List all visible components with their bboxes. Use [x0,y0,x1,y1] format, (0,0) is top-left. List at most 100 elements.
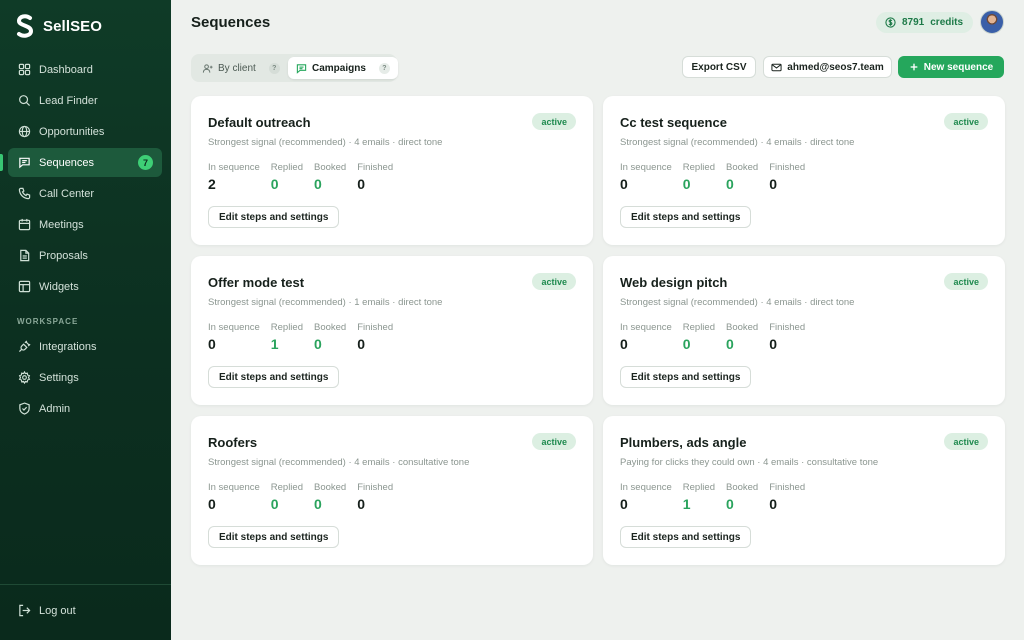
stat-booked: Booked 0 [726,482,758,512]
workspace-nav: Integrations Settings Admin [8,332,162,425]
export-csv-button[interactable]: Export CSV [682,56,756,78]
edit-steps-button[interactable]: Edit steps and settings [620,366,752,388]
tab-by-client[interactable]: By client ? [194,57,288,79]
stat-value: 0 [270,176,279,192]
stat-finished: Finished 0 [357,482,393,512]
sidebar-item-label: Integrations [39,340,97,353]
sidebar-item-meetings[interactable]: Meetings [8,210,162,239]
edit-steps-button[interactable]: Edit steps and settings [208,206,340,228]
stat-replied: Replied 0 [271,162,303,192]
sidebar-item-settings[interactable]: Settings [8,363,162,392]
stat-finished: Finished 0 [769,162,805,192]
sidebar-item-integrations[interactable]: Integrations [8,332,162,361]
stat-label: Booked [313,482,347,493]
stat-label: In sequence [208,322,260,333]
gear-icon [18,371,31,384]
sidebar: SellSEO Dashboard Lead Finder Opportunit… [0,0,171,640]
stat-label: Replied [682,482,715,493]
phone-icon [18,187,31,200]
sequence-card[interactable]: Cc test sequence active Strongest signal… [603,96,1005,245]
sequence-title: Default outreach [208,115,311,130]
sidebar-item-opportunities[interactable]: Opportunities [8,117,162,146]
layout-icon [18,280,31,293]
edit-steps-button[interactable]: Edit steps and settings [208,366,340,388]
help-icon[interactable]: ? [268,62,280,74]
brand-name: SellSEO [43,17,103,35]
brand[interactable]: SellSEO [16,14,102,38]
sequence-subtitle: Strongest signal (recommended) · 4 email… [620,297,855,308]
sidebar-item-proposals[interactable]: Proposals [8,241,162,270]
stat-booked: Booked 0 [314,162,346,192]
mail-icon [771,63,782,71]
stat-value: 0 [208,336,216,352]
globe-icon [18,125,31,138]
sequence-card[interactable]: Web design pitch active Strongest signal… [603,256,1005,405]
edit-steps-button[interactable]: Edit steps and settings [208,526,340,548]
stat-value: 0 [313,496,322,512]
stat-label: Booked [313,322,347,333]
stat-in-sequence: In sequence 2 [208,162,260,192]
stat-label: Booked [313,162,347,173]
sequence-subtitle: Strongest signal (recommended) · 4 email… [620,137,855,148]
sequence-card[interactable]: Plumbers, ads angle active Paying for cl… [603,416,1005,565]
calendar-icon [18,218,31,231]
search-icon [19,95,31,107]
sidebar-item-lead-finder[interactable]: Lead Finder [8,86,162,115]
sequence-title: Web design pitch [620,275,728,290]
stat-value: 1 [270,336,279,352]
status-badge: active [944,273,988,290]
stat-value: 0 [620,336,628,352]
sidebar-item-dashboard[interactable]: Dashboard [8,55,162,84]
sequence-stats: In sequence 0 Replied 0 Booked 0 Finished 0 [620,162,816,192]
workspace-section-label: WORKSPACE [17,317,79,326]
sidebar-item-widgets[interactable]: Widgets [8,272,162,301]
stat-value: 0 [313,176,322,192]
sidebar-item-label: Widgets [39,280,79,293]
stat-label: Finished [357,482,394,493]
edit-steps-button[interactable]: Edit steps and settings [620,206,752,228]
stat-label: Finished [769,482,806,493]
sidebar-item-sequences[interactable]: Sequences 7 [0,148,162,177]
sequence-stats: In sequence 2 Replied 0 Booked 0 Finished 0 [208,162,404,192]
file-text-icon [20,249,30,262]
tab-campaigns[interactable]: Campaigns ? [288,57,398,79]
new-sequence-button[interactable]: New sequence [898,56,1004,78]
credits-badge[interactable]: 8791 credits [876,12,974,33]
message-square-icon [296,63,307,74]
stat-booked: Booked 0 [726,322,758,352]
sequence-card[interactable]: Default outreach active Strongest signal… [191,96,593,245]
user-plus-icon [202,63,213,73]
stat-value: 0 [682,336,691,352]
stat-finished: Finished 0 [769,322,805,352]
stat-label: Finished [769,322,806,333]
sequence-card[interactable]: Roofers active Strongest signal (recomme… [191,416,593,565]
sidebar-item-label: Sequences [39,156,95,169]
stat-replied: Replied 0 [683,162,715,192]
sellseo-logo-icon [16,14,34,38]
sidebar-item-call-center[interactable]: Call Center [8,179,162,208]
stat-label: In sequence [620,162,672,173]
tab-label: Campaigns [312,62,366,74]
sender-email-button[interactable]: ahmed@seos7.team [763,56,892,78]
stat-in-sequence: In sequence 0 [208,322,260,352]
coin-icon [885,17,896,28]
stat-value: 0 [313,336,322,352]
sidebar-item-admin[interactable]: Admin [8,394,162,423]
logout-icon [19,604,31,617]
edit-steps-button[interactable]: Edit steps and settings [620,526,752,548]
logout-button[interactable]: Log out [8,596,162,625]
sidebar-item-label: Proposals [39,249,88,262]
sequence-card[interactable]: Offer mode test active Strongest signal … [191,256,593,405]
user-avatar[interactable] [980,10,1004,34]
help-icon[interactable]: ? [378,62,390,74]
sidebar-item-label: Dashboard [39,63,93,76]
stat-label: Replied [270,162,303,173]
sidebar-nav: Dashboard Lead Finder Opportunities Sequ… [0,55,162,303]
stat-label: Replied [682,162,715,173]
stat-value: 0 [769,336,778,352]
tab-label: By client [218,62,256,74]
credits-label: credits [930,17,964,28]
credits-value: 8791 [902,17,925,28]
stat-value: 0 [769,176,778,192]
sequences-count-badge: 7 [138,155,153,170]
